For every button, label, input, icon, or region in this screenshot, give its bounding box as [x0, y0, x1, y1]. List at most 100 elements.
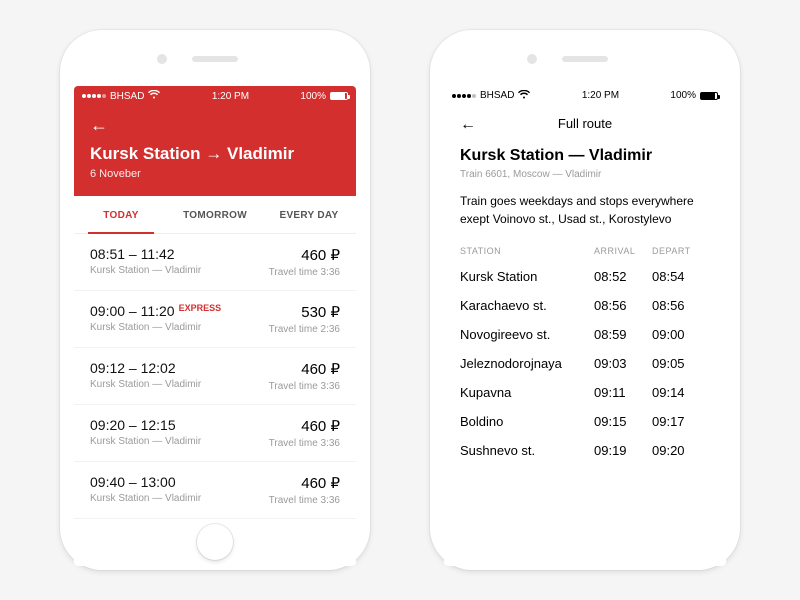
trip-list[interactable]: 08:51 – 11:42 Kursk Station — Vladimir 460… — [74, 234, 356, 519]
clock-label: 1:20 PM — [582, 90, 619, 101]
station-arrive: 08:59 — [594, 327, 652, 342]
signal-dots-icon — [452, 94, 476, 98]
battery-pct-label: 100% — [670, 90, 696, 101]
dash-separator: — — [568, 147, 588, 164]
station-rows: Kursk Station08:5208:54Karachaevo st.08:… — [460, 262, 710, 465]
wifi-icon — [148, 90, 160, 102]
station-name: Karachaevo st. — [460, 298, 594, 313]
station-depart: 09:14 — [652, 385, 710, 400]
trip-route: Kursk Station — Vladimir — [90, 322, 221, 333]
station-row[interactable]: Jeleznodorojnaya09:0309:05 — [460, 349, 710, 378]
trip-travel-time: Travel time 3:36 — [269, 438, 340, 449]
station-row[interactable]: Karachaevo st.08:5608:56 — [460, 291, 710, 320]
station-row[interactable]: Novogireevo st.08:5909:00 — [460, 320, 710, 349]
station-name: Kupavna — [460, 385, 594, 400]
signal-dots-icon — [82, 94, 106, 98]
express-badge: EXPRESS — [179, 303, 222, 313]
screen-route-detail: BHSAD 1:20 PM 100% ← Full route Kursk St… — [444, 86, 726, 566]
station-name: Boldino — [460, 414, 594, 429]
status-bar: BHSAD 1:20 PM 100% — [444, 86, 726, 106]
station-row[interactable]: Boldino09:1509:17 — [460, 407, 710, 436]
route-to: Vladimir — [227, 144, 294, 163]
station-depart: 08:54 — [652, 269, 710, 284]
trip-price: 530 ₽ — [269, 303, 340, 321]
trip-row[interactable]: 09:00 – 11:20EXPRESS Kursk Station — Vlad… — [74, 291, 356, 348]
route-from: Kursk Station — [90, 144, 201, 163]
station-arrive: 09:15 — [594, 414, 652, 429]
trip-travel-time: Travel time 3:36 — [269, 381, 340, 392]
route-note: Train goes weekdays and stops everywhere… — [460, 192, 710, 228]
header: ← Full route — [444, 106, 726, 143]
tab-everyday[interactable]: EVERY DAY — [262, 196, 356, 233]
trip-route: Kursk Station — Vladimir — [90, 379, 201, 390]
trip-price: 460 ₽ — [269, 246, 340, 264]
route-title: Kursk Station → Vladimir — [90, 144, 340, 164]
station-arrive: 08:56 — [594, 298, 652, 313]
station-depart: 09:17 — [652, 414, 710, 429]
station-name: Sushnevo st. — [460, 443, 594, 458]
trip-times: 08:51 – 11:42 — [90, 246, 201, 262]
trip-times: 09:40 – 13:00 — [90, 474, 201, 490]
trip-times: 09:12 – 12:02 — [90, 360, 201, 376]
battery-pct-label: 100% — [300, 91, 326, 102]
trip-travel-time: Travel time 3:36 — [269, 267, 340, 278]
station-depart: 09:20 — [652, 443, 710, 458]
trip-price: 460 ₽ — [269, 360, 340, 378]
station-arrive: 09:19 — [594, 443, 652, 458]
train-meta: Train 6601, Moscow — Vladimir — [460, 169, 710, 180]
trip-row[interactable]: 08:51 – 11:42 Kursk Station — Vladimir 460… — [74, 234, 356, 291]
route-date: 6 Noveber — [90, 168, 340, 180]
header: ← Kursk Station → Vladimir 6 Noveber — [74, 106, 356, 196]
station-row[interactable]: Kursk Station08:5208:54 — [460, 262, 710, 291]
trip-route: Kursk Station — Vladimir — [90, 493, 201, 504]
station-arrive: 08:52 — [594, 269, 652, 284]
tabs: TODAY TOMORROW EVERY DAY — [74, 196, 356, 234]
heading-from: Kursk Station — [460, 147, 564, 164]
carrier-label: BHSAD — [480, 90, 514, 101]
screen-schedule: BHSAD 1:20 PM 100% ← Kursk Station → Vla… — [74, 86, 356, 566]
route-detail: Kursk Station — Vladimir Train 6601, Mos… — [444, 147, 726, 465]
trip-route: Kursk Station — Vladimir — [90, 265, 201, 276]
page-title: Full route — [558, 116, 612, 131]
station-row[interactable]: Sushnevo st.09:1909:20 — [460, 436, 710, 465]
col-depart: DEPART — [652, 246, 710, 256]
trip-times: 09:20 – 12:15 — [90, 417, 201, 433]
table-header: STATION ARRIVAL DEPART — [460, 246, 710, 262]
col-station: STATION — [460, 246, 594, 256]
trip-travel-time: Travel time 3:36 — [269, 495, 340, 506]
carrier-label: BHSAD — [110, 91, 144, 102]
trip-row[interactable]: 09:12 – 12:02 Kursk Station — Vladimir 460… — [74, 348, 356, 405]
phone-frame-left: BHSAD 1:20 PM 100% ← Kursk Station → Vla… — [60, 30, 370, 570]
heading-to: Vladimir — [589, 147, 652, 164]
home-indicator-icon — [197, 524, 233, 560]
arrow-right-icon: → — [205, 144, 227, 163]
clock-label: 1:20 PM — [212, 91, 249, 102]
route-heading: Kursk Station — Vladimir — [460, 147, 710, 165]
trip-travel-time: Travel time 2:36 — [269, 324, 340, 335]
status-bar: BHSAD 1:20 PM 100% — [74, 86, 356, 106]
trip-price: 460 ₽ — [269, 417, 340, 435]
tab-tomorrow[interactable]: TOMORROW — [168, 196, 262, 233]
station-name: Jeleznodorojnaya — [460, 356, 594, 371]
wifi-icon — [518, 90, 530, 102]
col-arrival: ARRIVAL — [594, 246, 652, 256]
trip-times: 09:00 – 11:20EXPRESS — [90, 303, 221, 319]
station-depart: 09:00 — [652, 327, 710, 342]
battery-icon — [700, 92, 718, 100]
station-arrive: 09:11 — [594, 385, 652, 400]
trip-route: Kursk Station — Vladimir — [90, 436, 201, 447]
trip-row[interactable]: 09:20 – 12:15 Kursk Station — Vladimir 460… — [74, 405, 356, 462]
back-arrow-icon[interactable]: ← — [90, 116, 108, 134]
back-arrow-icon[interactable]: ← — [460, 116, 476, 134]
phone-frame-right: BHSAD 1:20 PM 100% ← Full route Kursk St… — [430, 30, 740, 570]
trip-row[interactable]: 09:40 – 13:00 Kursk Station — Vladimir 460… — [74, 462, 356, 519]
station-depart: 08:56 — [652, 298, 710, 313]
station-name: Novogireevo st. — [460, 327, 594, 342]
station-depart: 09:05 — [652, 356, 710, 371]
station-name: Kursk Station — [460, 269, 594, 284]
station-row[interactable]: Kupavna09:1109:14 — [460, 378, 710, 407]
station-arrive: 09:03 — [594, 356, 652, 371]
battery-icon — [330, 92, 348, 100]
tab-today[interactable]: TODAY — [74, 196, 168, 233]
trip-price: 460 ₽ — [269, 474, 340, 492]
